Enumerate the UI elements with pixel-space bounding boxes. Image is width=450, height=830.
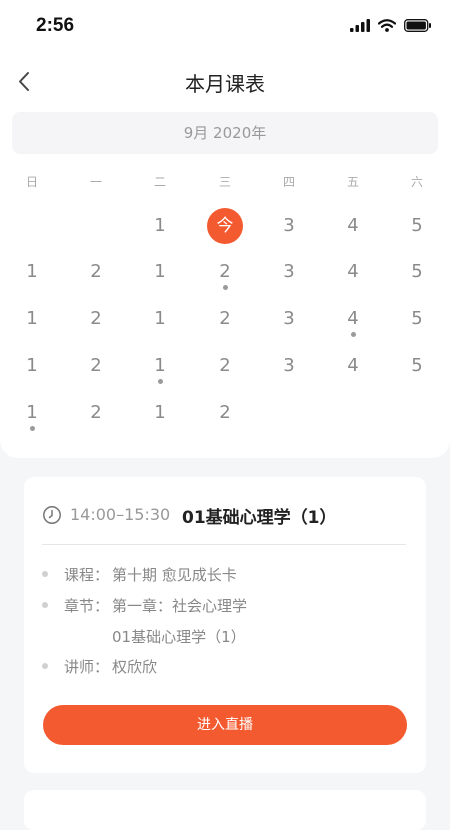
calendar-day[interactable]: 5 — [397, 206, 437, 246]
calendar-day[interactable]: 2 — [205, 393, 245, 433]
calendar-day[interactable]: 1 — [12, 346, 52, 386]
month-selector[interactable]: 9月 2020年 — [12, 112, 438, 154]
chapter-value-line2: 01基础心理学（1） — [112, 628, 246, 646]
calendar-day[interactable]: 4 — [333, 346, 373, 386]
chapter-value: 第一章：社会心理学 — [112, 597, 248, 615]
calendar-day[interactable]: 3 — [269, 299, 309, 339]
calendar-day[interactable]: 3 — [269, 206, 309, 246]
cellular-signal-icon — [350, 19, 370, 32]
weekday-header: 日一二三四五六 — [0, 173, 450, 193]
weekday-label: 一 — [89, 175, 102, 189]
course-indicator-dot — [222, 285, 228, 290]
bullet — [42, 602, 48, 608]
battery-icon — [404, 19, 431, 32]
calendar-day-today[interactable]: 今 — [207, 208, 243, 244]
course-indicator-dot — [157, 379, 163, 384]
calendar-day[interactable]: 2 — [76, 346, 116, 386]
calendar-day[interactable]: 2 — [76, 252, 116, 292]
course-value: 第十期 愈见成长卡 — [112, 566, 237, 584]
wifi-icon — [378, 19, 396, 32]
calendar-day[interactable]: 1 — [140, 252, 180, 292]
calendar-day[interactable]: 2 — [76, 393, 116, 433]
calendar-day[interactable]: 1 — [12, 299, 52, 339]
next-course-card — [24, 790, 426, 830]
bullet — [42, 663, 48, 669]
calendar-day[interactable]: 4 — [333, 252, 373, 292]
calendar-day[interactable]: 5 — [397, 346, 437, 386]
calendar-day[interactable]: 3 — [269, 346, 309, 386]
weekday-label: 日 — [25, 175, 38, 189]
calendar-day[interactable]: 1 — [12, 252, 52, 292]
course-card: 14:00–15:30 01基础心理学（1） 课程： 第十期 愈见成长卡 章节：… — [24, 477, 426, 773]
course-indicator-dot — [350, 332, 356, 337]
weekday-label: 六 — [410, 175, 423, 189]
calendar-day[interactable]: 2 — [205, 346, 245, 386]
calendar-day[interactable]: 3 — [269, 252, 309, 292]
course-label: 课程： — [64, 566, 110, 584]
status-icons — [350, 19, 432, 32]
calendar-day[interactable]: 1 — [140, 206, 180, 246]
status-time: 2:56 — [36, 15, 75, 36]
calendar-day[interactable]: 5 — [397, 252, 437, 292]
calendar-day[interactable]: 1 — [140, 393, 180, 433]
enter-live-button[interactable]: 进入直播 — [43, 705, 407, 745]
course-title: 01基础心理学（1） — [182, 508, 337, 528]
calendar-panel: 本月课表 9月 2020年 日一二三四五六 1今3451212345121234… — [0, 54, 450, 458]
weekday-label: 五 — [346, 175, 359, 189]
teacher-value: 权欣欣 — [112, 658, 158, 676]
calendar-day[interactable]: 2 — [205, 299, 245, 339]
page-title: 本月课表 — [185, 72, 265, 96]
navbar: 本月课表 — [0, 54, 450, 110]
calendar-day[interactable]: 4 — [333, 206, 373, 246]
status-bar: 2:56 — [0, 0, 450, 54]
chapter-label: 章节： — [64, 597, 110, 615]
calendar-day[interactable]: 1 — [140, 299, 180, 339]
teacher-label: 讲师： — [64, 658, 110, 676]
calendar-day[interactable]: 2 — [76, 299, 116, 339]
calendar-day[interactable]: 5 — [397, 299, 437, 339]
weekday-label: 三 — [218, 175, 231, 189]
course-indicator-dot — [29, 426, 35, 431]
divider — [42, 544, 406, 545]
clock-icon — [43, 506, 61, 524]
bullet — [42, 571, 48, 577]
weekday-label: 四 — [282, 175, 295, 189]
course-time: 14:00–15:30 — [70, 505, 171, 524]
weekday-label: 二 — [153, 175, 166, 189]
